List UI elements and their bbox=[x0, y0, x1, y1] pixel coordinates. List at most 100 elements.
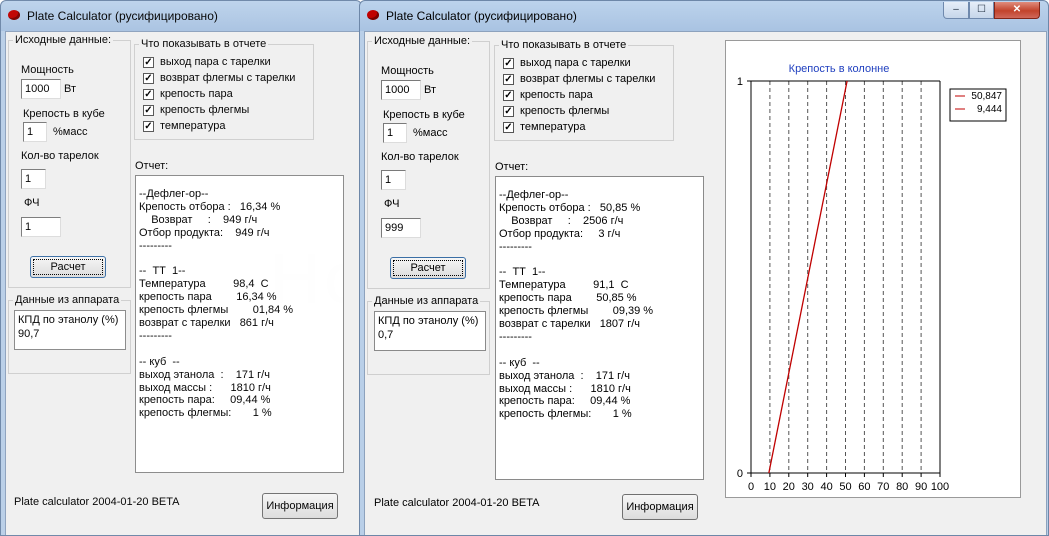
report-line: крепость пара 16,34 % bbox=[139, 291, 277, 304]
report-option-checkbox[interactable]: ✓ bbox=[143, 105, 154, 116]
report-option-checkbox[interactable]: ✓ bbox=[143, 89, 154, 100]
plates-label: Кол-во тарелок bbox=[21, 150, 99, 162]
inputs-group-title: Исходные данные: bbox=[13, 34, 113, 46]
report-line: -- куб -- bbox=[499, 356, 540, 369]
chart-title: Крепость в колонне bbox=[789, 63, 890, 75]
window-title: Plate Calculator (русифицировано) bbox=[386, 9, 577, 23]
x-tick-label: 40 bbox=[820, 481, 832, 493]
minimize-button[interactable]: ‒ bbox=[943, 2, 969, 19]
y-tick-label: 0 bbox=[737, 468, 743, 480]
device-data-group-title: Данные из аппарата bbox=[372, 295, 481, 307]
report-line: Температура 98,4 С bbox=[139, 278, 269, 291]
info-button[interactable]: Информация bbox=[262, 493, 338, 519]
report-line: выход массы : 1810 г/ч bbox=[139, 381, 271, 394]
report-line: --------- bbox=[499, 240, 532, 253]
report-option-label[interactable]: крепость флегмы bbox=[520, 105, 609, 117]
report-option-checkbox[interactable]: ✓ bbox=[143, 57, 154, 68]
title-bar[interactable]: Plate Calculator (русифицировано) ‒ ☐ ✕ bbox=[360, 1, 1048, 31]
cube-strength-input[interactable]: 1 bbox=[383, 123, 407, 143]
report-label: Отчет: bbox=[495, 161, 529, 173]
power-input[interactable]: 1000 bbox=[381, 80, 421, 100]
report-line: -- куб -- bbox=[139, 355, 180, 368]
strength-chart: Крепость в колонне0 10 20 30 40 50 60 70 80 90 100… bbox=[737, 63, 1007, 493]
client-area: Исходные данные: Мощность 1000 Вт Крепос… bbox=[364, 31, 1047, 535]
plates-input[interactable]: 1 bbox=[381, 170, 406, 190]
maximize-button[interactable]: ☐ bbox=[969, 2, 994, 19]
efficiency-value: 90,7 bbox=[18, 328, 40, 340]
report-option-checkbox[interactable]: ✓ bbox=[143, 121, 154, 132]
report-option-label[interactable]: крепость флегмы bbox=[160, 104, 249, 116]
x-tick-label: 50 bbox=[839, 481, 851, 493]
close-button[interactable]: ✕ bbox=[994, 2, 1040, 19]
report-line: крепость пара 50,85 % bbox=[499, 292, 637, 305]
power-label: Мощность bbox=[381, 65, 434, 77]
power-unit: Вт bbox=[64, 83, 77, 95]
report-line: крепость флегмы: 1 % bbox=[139, 407, 272, 420]
calculate-button[interactable]: Расчет bbox=[30, 256, 106, 278]
fch-input[interactable]: 999 bbox=[381, 218, 421, 238]
x-tick-label: 90 bbox=[915, 481, 927, 493]
efficiency-value: 0,7 bbox=[378, 329, 394, 341]
report-option-label[interactable]: температура bbox=[520, 121, 585, 133]
legend-entry: 9,444 bbox=[977, 104, 1002, 115]
plates-input[interactable]: 1 bbox=[21, 169, 46, 189]
report-options-title: Что показывать в отчете bbox=[499, 39, 629, 51]
report-option-checkbox[interactable]: ✓ bbox=[503, 58, 514, 69]
report-option-label[interactable]: возврат флегмы с тарелки bbox=[520, 73, 655, 85]
report-line: --------- bbox=[499, 330, 532, 343]
report-line: -- ТТ 1-- bbox=[139, 265, 186, 278]
cube-strength-input[interactable]: 1 bbox=[23, 122, 47, 142]
window-title: Plate Calculator (русифицировано) bbox=[27, 9, 218, 23]
report-option-label[interactable]: крепость пара bbox=[520, 89, 593, 101]
status-text: Plate calculator 2004-01-20 BETA bbox=[374, 497, 540, 509]
app-icon bbox=[367, 10, 379, 20]
inputs-group-title: Исходные данные: bbox=[372, 35, 472, 47]
report-option-checkbox[interactable]: ✓ bbox=[503, 74, 514, 85]
efficiency-box: КПД по этанолу (%) 0,7 bbox=[374, 311, 486, 351]
report-line: крепость пара: 09,44 % bbox=[139, 394, 271, 407]
report-option-label[interactable]: возврат флегмы с тарелки bbox=[160, 72, 295, 84]
power-label: Мощность bbox=[21, 64, 74, 76]
plate-calculator-window-1[interactable]: Plate Calculator (русифицировано) Исходн… bbox=[0, 0, 362, 536]
report-option-label[interactable]: температура bbox=[160, 120, 225, 132]
title-bar[interactable]: Plate Calculator (русифицировано) bbox=[1, 1, 361, 31]
report-line: --------- bbox=[139, 239, 172, 252]
report-line: Возврат : 949 г/ч bbox=[139, 213, 258, 226]
report-option-checkbox[interactable]: ✓ bbox=[503, 90, 514, 101]
legend-entry: 50,847 bbox=[971, 91, 1002, 102]
report-line: выход этанола : 171 г/ч bbox=[139, 368, 270, 381]
report-textbox[interactable]: --Дефлег-ор-- Крепость отбора : 16,34 % В… bbox=[135, 175, 344, 473]
fch-label: ФЧ bbox=[384, 198, 400, 210]
x-tick-label: 0 bbox=[748, 481, 754, 493]
calculate-button[interactable]: Расчет bbox=[390, 257, 466, 279]
fch-label: ФЧ bbox=[24, 197, 40, 209]
y-tick-label: 1 bbox=[737, 76, 743, 88]
report-option-checkbox[interactable]: ✓ bbox=[503, 122, 514, 133]
report-line: Отбор продукта: 949 г/ч bbox=[139, 226, 270, 239]
report-line: Возврат : 2506 г/ч bbox=[499, 214, 624, 227]
report-options-title: Что показывать в отчете bbox=[139, 38, 269, 50]
report-line: крепость пара: 09,44 % bbox=[499, 395, 631, 408]
report-line: --Дефлег-ор-- bbox=[499, 189, 569, 201]
cube-strength-unit: %масс bbox=[53, 126, 88, 138]
report-option-label[interactable]: выход пара с тарелки bbox=[160, 56, 271, 68]
cube-strength-label: Крепость в кубе bbox=[383, 109, 465, 121]
fch-input[interactable]: 1 bbox=[21, 217, 61, 237]
report-option-checkbox[interactable]: ✓ bbox=[503, 106, 514, 117]
report-option-label[interactable]: выход пара с тарелки bbox=[520, 57, 631, 69]
client-area: Исходные данные: Мощность 1000 Вт Крепос… bbox=[5, 31, 361, 535]
report-textbox[interactable]: --Дефлег-ор-- Крепость отбора : 50,85 % В… bbox=[495, 176, 704, 480]
x-tick-label: 20 bbox=[783, 481, 795, 493]
cube-strength-label: Крепость в кубе bbox=[23, 108, 105, 120]
device-data-group-title: Данные из аппарата bbox=[13, 294, 122, 306]
plate-calculator-window-2[interactable]: Plate Calculator (русифицировано) ‒ ☐ ✕ … bbox=[359, 0, 1049, 536]
report-label: Отчет: bbox=[135, 160, 169, 172]
report-option-label[interactable]: крепость пара bbox=[160, 88, 233, 100]
report-option-checkbox[interactable]: ✓ bbox=[143, 73, 154, 84]
efficiency-box: КПД по этанолу (%) 90,7 bbox=[14, 310, 126, 350]
power-input[interactable]: 1000 bbox=[21, 79, 61, 99]
info-button[interactable]: Информация bbox=[622, 494, 698, 520]
report-line: выход этанола : 171 г/ч bbox=[499, 369, 630, 382]
inputs-group: Исходные данные: bbox=[8, 34, 131, 288]
report-line: крепость флегмы 09,39 % bbox=[499, 305, 654, 318]
